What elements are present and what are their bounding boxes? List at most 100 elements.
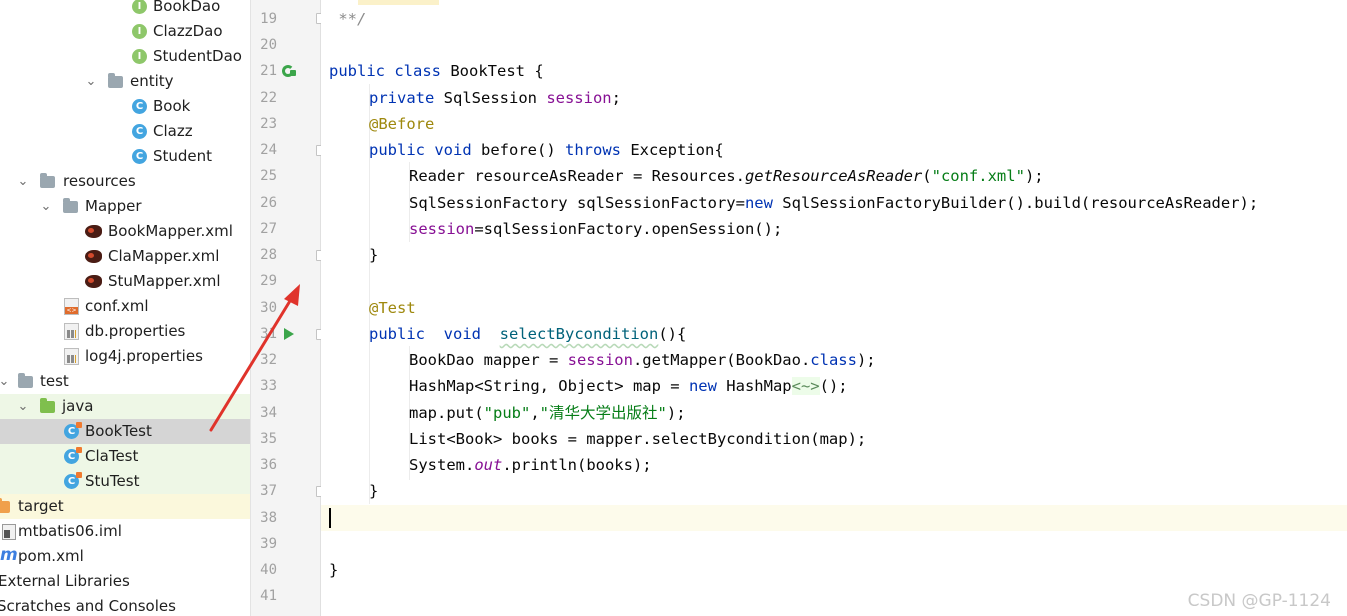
- tree-item-studentdao[interactable]: I StudentDao: [0, 44, 250, 69]
- tree-item-student[interactable]: C Student: [0, 144, 250, 169]
- tree-item-label: target: [18, 497, 64, 515]
- code-keyword: new: [688, 377, 717, 395]
- project-tree-panel: I BookDao I ClazzDao I StudentDao ⌄ enti…: [0, 0, 251, 616]
- code-text: =sqlSessionFactory.openSession();: [474, 220, 783, 238]
- code-text: HashMap<String, Object> map =: [409, 377, 689, 395]
- line-number: 34: [260, 405, 277, 421]
- code-text: HashMap: [716, 377, 792, 395]
- line-number: 39: [260, 536, 277, 552]
- code-field: out: [474, 456, 503, 474]
- tree-item-label: BookDao: [153, 0, 221, 15]
- line-number: 26: [260, 195, 277, 211]
- tree-item-label: Clazz: [153, 122, 193, 140]
- code-editor[interactable]: **/ public class BookTest { private SqlS…: [321, 0, 1347, 616]
- code-string: ": [657, 404, 667, 422]
- code-comment: **/: [329, 10, 367, 28]
- tree-item-label: pom.xml: [18, 547, 84, 565]
- excluded-folder-icon: [0, 498, 10, 513]
- test-class-icon: C: [64, 472, 82, 489]
- tree-item-external-libraries[interactable]: External Libraries: [0, 569, 250, 594]
- chevron-down-icon[interactable]: ⌄: [16, 394, 30, 419]
- code-line-22: private SqlSession session;: [369, 85, 621, 111]
- tree-item-clazzdao[interactable]: I ClazzDao: [0, 19, 250, 44]
- tree-item-label: log4j.properties: [85, 347, 203, 365]
- code-keyword: public: [369, 325, 425, 343]
- tree-item-label: conf.xml: [85, 297, 149, 315]
- tree-item-bookmapper[interactable]: BookMapper.xml: [0, 219, 250, 244]
- doc-comment-highlight: [358, 0, 439, 5]
- tree-item-booktest[interactable]: C BookTest: [0, 419, 250, 444]
- tree-item-resources[interactable]: ⌄ resources: [0, 169, 250, 194]
- package-icon: [108, 73, 123, 88]
- resources-folder-icon: [40, 173, 55, 188]
- chevron-down-icon[interactable]: ⌄: [16, 169, 30, 194]
- run-class-tests-icon[interactable]: [282, 65, 296, 77]
- tree-item-iml[interactable]: mtbatis06.iml: [0, 519, 250, 544]
- tree-item-log4j-properties[interactable]: log4j.properties: [0, 344, 250, 369]
- chevron-down-icon[interactable]: ⌄: [39, 194, 53, 219]
- tree-item-label: BookMapper.xml: [108, 222, 233, 240]
- code-text: .getMapper(BookDao.: [632, 351, 811, 369]
- code-line-19: **/: [329, 6, 366, 32]
- code-line-32: BookDao mapper = session.getMapper(BookD…: [409, 347, 876, 373]
- line-number: 23: [260, 116, 277, 132]
- tree-item-pom[interactable]: m pom.xml: [0, 544, 250, 569]
- code-keyword: class: [810, 351, 857, 369]
- tree-item-conf[interactable]: conf.xml: [0, 294, 250, 319]
- tree-item-label: db.properties: [85, 322, 186, 340]
- tree-item-label: resources: [63, 172, 136, 190]
- tree-item-label: Mapper: [85, 197, 142, 215]
- tree-item-db-properties[interactable]: db.properties: [0, 319, 250, 344]
- tree-item-stumapper[interactable]: StuMapper.xml: [0, 269, 250, 294]
- code-keyword: new: [744, 194, 773, 212]
- code-line-21: public class BookTest {: [329, 58, 544, 84]
- chevron-down-icon[interactable]: ⌄: [84, 69, 98, 94]
- watermark: CSDN @GP-1124: [1187, 591, 1331, 611]
- code-annotation: @Before: [369, 115, 435, 133]
- code-line-37: }: [369, 478, 378, 504]
- line-number: 36: [260, 457, 277, 473]
- folder-icon: [63, 198, 78, 213]
- class-icon: C: [132, 99, 147, 114]
- current-line-highlight: [321, 505, 1347, 531]
- code-static-method: getResourceAsReader: [744, 167, 923, 185]
- tree-item-label: BookTest: [85, 422, 152, 440]
- code-text: }: [369, 246, 379, 264]
- code-text: Reader resourceAsReader = Resources.: [409, 167, 745, 185]
- tree-item-clamapper[interactable]: ClaMapper.xml: [0, 244, 250, 269]
- code-keyword: class: [394, 62, 442, 80]
- tree-item-label: Scratches and Consoles: [0, 597, 176, 615]
- line-number: 31: [260, 326, 277, 342]
- xml-file-icon: [64, 298, 79, 315]
- class-icon: C: [132, 124, 147, 139]
- code-line-33: HashMap<String, Object> map = new HashMa…: [409, 373, 848, 399]
- tree-item-test[interactable]: ⌄ test: [0, 369, 250, 394]
- tree-item-target[interactable]: target: [0, 494, 250, 519]
- tree-item-java[interactable]: ⌄ java: [0, 394, 250, 419]
- tree-item-clazz[interactable]: C Clazz: [0, 119, 250, 144]
- code-text: );: [856, 351, 876, 369]
- code-line-36: System.out.println(books);: [409, 452, 652, 478]
- code-field: session: [567, 351, 633, 369]
- test-class-icon: C: [64, 447, 82, 464]
- tree-item-label: ClaMapper.xml: [108, 247, 220, 265]
- tree-item-entity[interactable]: ⌄ entity: [0, 69, 250, 94]
- chevron-down-icon[interactable]: ⌄: [0, 369, 11, 394]
- code-text: ,: [530, 404, 540, 422]
- tree-item-stutest[interactable]: C StuTest: [0, 469, 250, 494]
- tree-item-mapper[interactable]: ⌄ Mapper: [0, 194, 250, 219]
- run-test-icon[interactable]: [284, 328, 294, 340]
- maven-icon: m: [0, 545, 18, 565]
- code-line-35: List<Book> books = mapper.selectBycondit…: [409, 426, 866, 452]
- tree-item-clatest[interactable]: C ClaTest: [0, 444, 250, 469]
- interface-icon: I: [132, 0, 147, 14]
- tree-item-book[interactable]: C Book: [0, 94, 250, 119]
- code-keyword: void: [443, 325, 481, 343]
- tree-item-scratches[interactable]: Scratches and Consoles: [0, 594, 250, 616]
- line-number: 40: [260, 562, 277, 578]
- text-caret: [329, 508, 331, 528]
- code-text: map.put(: [409, 404, 484, 422]
- code-keyword: private: [369, 89, 435, 107]
- tree-item-bookdao[interactable]: I BookDao: [0, 0, 250, 19]
- code-text: before(): [471, 141, 565, 159]
